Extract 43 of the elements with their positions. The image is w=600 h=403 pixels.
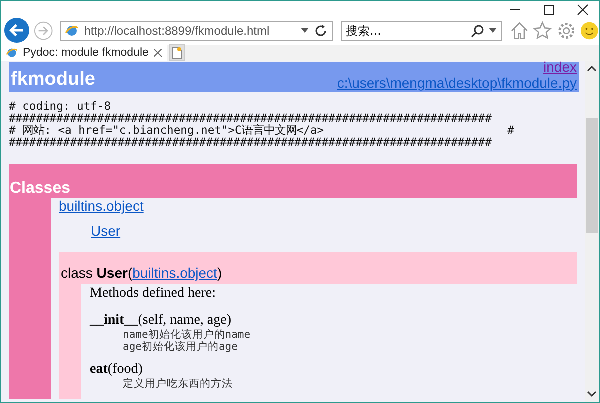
- code-line: #######################################################################: [9, 113, 493, 125]
- link[interactable]: builtins.object: [132, 265, 218, 281]
- scrollbar-thumb[interactable]: [586, 118, 598, 233]
- star-icon[interactable]: [533, 20, 553, 40]
- code-line: # 网站: <a href="c.biancheng.net">C语言中文网</a> #: [9, 125, 516, 137]
- scroll-up-icon[interactable]: [587, 65, 597, 73]
- link[interactable]: builtins.object: [59, 198, 144, 214]
- search-bar[interactable]: 搜索...: [340, 20, 502, 40]
- refresh-icon[interactable]: [314, 24, 328, 38]
- new-tab-button[interactable]: [168, 44, 185, 61]
- back-button[interactable]: [4, 17, 30, 44]
- dropdown-icon[interactable]: [300, 28, 309, 34]
- class-name: User: [96, 265, 128, 281]
- maximize-icon[interactable]: [543, 4, 555, 16]
- scroll-down-icon[interactable]: [587, 390, 597, 398]
- scrollbar[interactable]: [585, 61, 599, 402]
- paren-text: (: [128, 265, 133, 281]
- browser-tab[interactable]: Pydoc: module fkmodule: [1, 45, 167, 61]
- docstring-line: age初始化该用户的age: [122, 341, 239, 353]
- docstring-line: 定义用户吃东西的方法: [122, 378, 234, 390]
- method-name: eat: [90, 362, 108, 377]
- globe-icon: [6, 47, 18, 59]
- close-icon[interactable]: [577, 4, 589, 16]
- dropdown-icon[interactable]: [489, 28, 498, 34]
- method-args: (food): [108, 362, 143, 377]
- method-args: (self, name, age): [138, 313, 232, 328]
- docstring-line: name初始化该用户的name: [122, 329, 252, 341]
- class-keyword: class: [61, 265, 94, 281]
- home-icon[interactable]: [510, 20, 530, 40]
- globe-icon: [65, 24, 80, 38]
- paren-text: ): [217, 265, 222, 281]
- section-heading: Classes: [9, 164, 577, 198]
- smiley-icon[interactable]: [580, 20, 599, 40]
- search-icon[interactable]: [471, 24, 486, 38]
- methods-heading: Methods defined here:: [90, 286, 217, 302]
- code-line: # coding: utf-8: [9, 101, 112, 113]
- link[interactable]: User: [91, 223, 121, 239]
- address-bar[interactable]: http://localhost:8899/fkmodule.html: [60, 20, 333, 40]
- code-line: #######################################################################: [9, 137, 493, 149]
- link[interactable]: index: [544, 61, 577, 75]
- module-title: fkmodule: [11, 69, 96, 91]
- settings-icon[interactable]: [556, 20, 576, 40]
- method-name: __init__: [90, 313, 138, 328]
